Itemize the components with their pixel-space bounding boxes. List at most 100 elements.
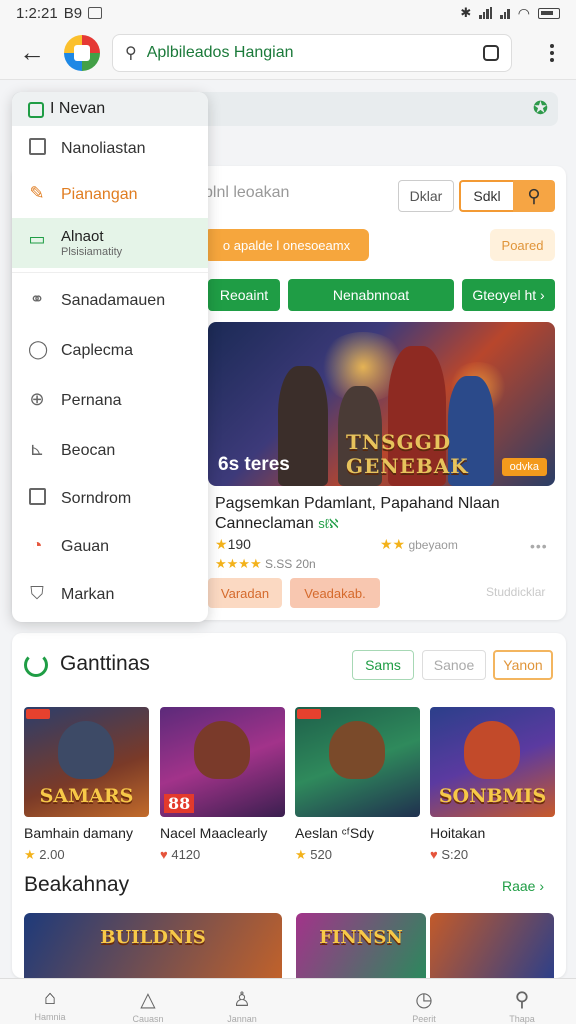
search-icon: ⚲ xyxy=(527,185,541,206)
clear-button[interactable]: Dklar xyxy=(398,180,454,212)
game-tile[interactable]: 88 Nacel Maaclearly ♥ 4120 xyxy=(160,707,285,862)
stars-icon: ★★ xyxy=(380,536,406,552)
game-tile[interactable]: Aeslan ᶜᶠSdy ★ 520 xyxy=(295,707,420,863)
banner-strip-title: BUILDNIS xyxy=(100,927,206,948)
game-name: Bamhain damany xyxy=(24,825,133,841)
filter-button-3[interactable]: Gteoyel ht › xyxy=(462,279,555,311)
section3-more-link[interactable]: Raae › xyxy=(502,878,544,894)
pill-3[interactable]: Yanon xyxy=(493,650,553,680)
menu-item-label: Nanoliastan xyxy=(61,140,146,157)
menu-item-9[interactable]: ◔ Gauan xyxy=(12,524,208,570)
banner-strip[interactable]: FINNSN xyxy=(296,913,426,978)
nav-alerts[interactable]: △ Cauasn xyxy=(128,987,168,1024)
bottom-navigation: ⌂ Hamnia △ Cauasn ♙ Jannan ◷ Peerit ⚲ Thapa xyxy=(0,978,576,1024)
nav-account[interactable]: ♙ Jannan xyxy=(222,987,262,1024)
posted-tag[interactable]: Poared xyxy=(490,229,555,261)
gauge-icon: ◔ xyxy=(31,535,43,555)
filter-button-2[interactable]: Nenabnnoat xyxy=(288,279,454,311)
hero-count: 6s teres xyxy=(218,454,290,475)
game-rating: ♥ S:20 xyxy=(430,847,555,862)
menu-item-label: Alnaot xyxy=(61,228,104,245)
featured-title[interactable]: Pagsemkan Pdamlant, Papahand Nlaan Canne… xyxy=(215,494,555,534)
filter-button-1[interactable]: Reoaint xyxy=(208,279,280,311)
game-tile[interactable]: SAMARS Bamhain damany ★ 2.00 xyxy=(24,707,149,863)
menu-item-sublabel: Plsisiamatity xyxy=(61,246,123,258)
filter-input[interactable]: blnl leoakan xyxy=(204,184,289,202)
featured-meta: ★★★★ S.SS 20n xyxy=(215,556,316,572)
star-icon: ★ xyxy=(24,847,36,862)
voice-search-icon[interactable] xyxy=(483,44,499,61)
game-rating: ★ 2.00 xyxy=(24,847,149,863)
game-art-title: SONBMIS xyxy=(438,785,547,807)
link-icon: ⚭ xyxy=(29,289,45,309)
action-button-2[interactable]: Veadakab. xyxy=(290,578,380,608)
banner-strip[interactable]: BUILDNIS xyxy=(24,913,282,978)
favorite-star-icon[interactable]: ✪ xyxy=(533,98,548,119)
game-name: Hoitakan xyxy=(430,825,486,841)
pill-1[interactable]: Sams xyxy=(352,650,414,680)
game-tile[interactable]: SONBMIS Hoitakan ♥ S:20 xyxy=(430,707,555,862)
banner-strip[interactable] xyxy=(430,913,554,978)
menu-item-4[interactable]: ⚭ Sanadamauen xyxy=(12,278,208,324)
action-button-1[interactable]: Varadan xyxy=(208,578,282,608)
more-dots-icon[interactable]: ••• xyxy=(530,538,548,554)
rating-value: 520 xyxy=(310,847,332,862)
featured-title-text: Pagsemkan Pdamlant, Papahand Nlaan Canne… xyxy=(215,495,500,532)
nav-search[interactable]: ⚲ Thapa xyxy=(502,987,542,1024)
game-name: Aeslan ᶜᶠSdy xyxy=(295,825,374,841)
nav-label: Cauasn xyxy=(132,1014,164,1024)
game-art-title: 88 xyxy=(164,794,195,813)
faint-link[interactable]: Studdicklar xyxy=(486,585,545,599)
game-rating: ♥ 4120 xyxy=(160,847,285,862)
back-arrow-icon[interactable]: ← xyxy=(12,33,52,73)
heart-icon: ♥ xyxy=(430,847,438,862)
search-bar[interactable]: ⚲ xyxy=(112,33,512,72)
rating-value: 190 xyxy=(227,536,251,552)
game-art: SONBMIS xyxy=(430,707,555,817)
app-logo[interactable] xyxy=(64,34,100,71)
menu-item-2[interactable]: ✎ Pianangan xyxy=(12,172,208,218)
signal-icon xyxy=(479,7,493,19)
search-input[interactable] xyxy=(146,43,483,62)
pill-2[interactable]: Sanoe xyxy=(422,650,486,680)
section-header: Ganttinas Sams Sanoe Yanon xyxy=(12,645,566,685)
game-name: Nacel Maaclearly xyxy=(160,825,268,841)
star-icon: ★ xyxy=(215,536,228,552)
menu-item-8[interactable]: Sorndrom xyxy=(12,476,208,522)
wifi-icon: ◠ xyxy=(517,4,530,21)
menu-header[interactable]: I Nevan xyxy=(12,92,208,126)
menu-divider xyxy=(12,272,208,273)
menu-item-7[interactable]: ⊾ Beocan xyxy=(12,428,208,474)
banner-strip-title: FINNSN xyxy=(319,927,403,948)
hero-badge: odvka xyxy=(501,458,547,476)
menu-item-label: Sanadamauen xyxy=(61,292,166,309)
search-submit-button[interactable]: ⚲ xyxy=(513,180,555,212)
rating-value: 4120 xyxy=(171,847,201,862)
menu-item-6[interactable]: ⊕ Pernana xyxy=(12,378,208,424)
game-art-title: SAMARS xyxy=(39,785,134,807)
more-options-icon[interactable] xyxy=(540,43,564,62)
section3-title: Beakahnay xyxy=(24,873,130,896)
game-art: SAMARS xyxy=(24,707,149,817)
menu-item-3[interactable]: ▭ Alnaot Plsisiamatity xyxy=(12,218,208,268)
dropdown-menu: I Nevan Nanoliastan ✎ Pianangan ▭ Alnaot… xyxy=(12,92,208,622)
promo-banner[interactable]: o apalde l onesoeamx xyxy=(204,229,369,261)
chat-icon: ◯ xyxy=(28,339,49,359)
nav-home[interactable]: ⌂ Hamnia xyxy=(30,987,70,1022)
menu-item-label: Beocan xyxy=(61,442,116,459)
status-time: 1:2:21 xyxy=(16,4,58,22)
menu-item-label: Pernana xyxy=(61,392,122,409)
search-icon: ⚲ xyxy=(514,989,530,1011)
menu-item-10[interactable]: ⛉ Markan xyxy=(12,572,208,618)
globe-icon: ⊕ xyxy=(29,389,45,409)
edit-icon: ✎ xyxy=(29,183,45,203)
menu-item-5[interactable]: ◯ Caplecma xyxy=(12,328,208,374)
battery-icon xyxy=(538,7,560,19)
menu-item-label: Markan xyxy=(61,586,115,603)
start-button[interactable]: Sdkl xyxy=(459,180,513,212)
nav-timer[interactable]: ◷ Peerit xyxy=(404,987,444,1024)
hero-banner[interactable]: TNSGGD GENEBAK 6s teres odvka xyxy=(208,322,555,486)
refresh-icon xyxy=(24,653,48,677)
rating-value: S:20 xyxy=(441,847,469,862)
menu-item-1[interactable]: Nanoliastan xyxy=(12,126,208,172)
